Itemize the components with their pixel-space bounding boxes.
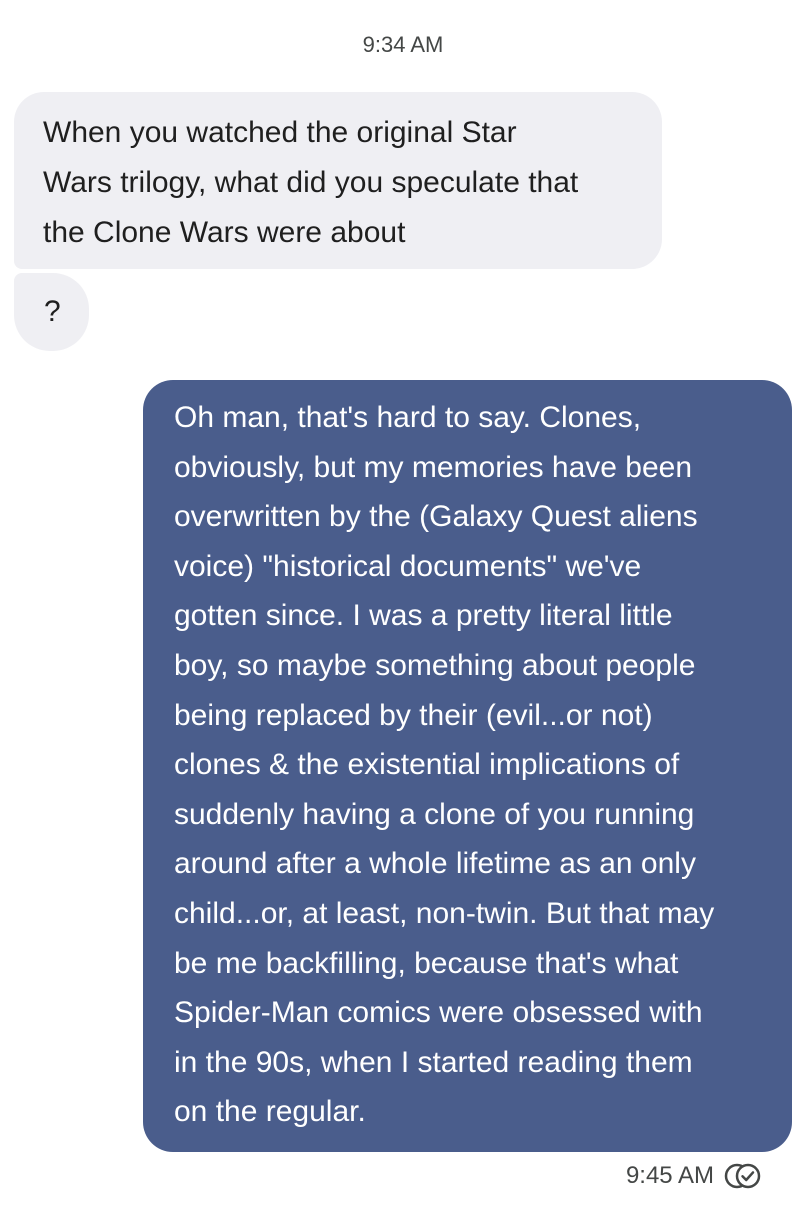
outgoing-message-meta: 9:45 AM bbox=[626, 1159, 762, 1193]
outgoing-message-bubble[interactable]: Oh man, that's hard to say. Clones, obvi… bbox=[143, 380, 792, 1152]
incoming-message-bubble-question[interactable]: ? bbox=[14, 273, 89, 351]
read-receipt-icon bbox=[724, 1159, 762, 1193]
message-timestamp-top: 9:34 AM bbox=[362, 32, 444, 57]
outgoing-timestamp: 9:45 AM bbox=[625, 1162, 714, 1189]
incoming-message-bubble[interactable]: When you watched the original Star Wars … bbox=[14, 92, 662, 269]
